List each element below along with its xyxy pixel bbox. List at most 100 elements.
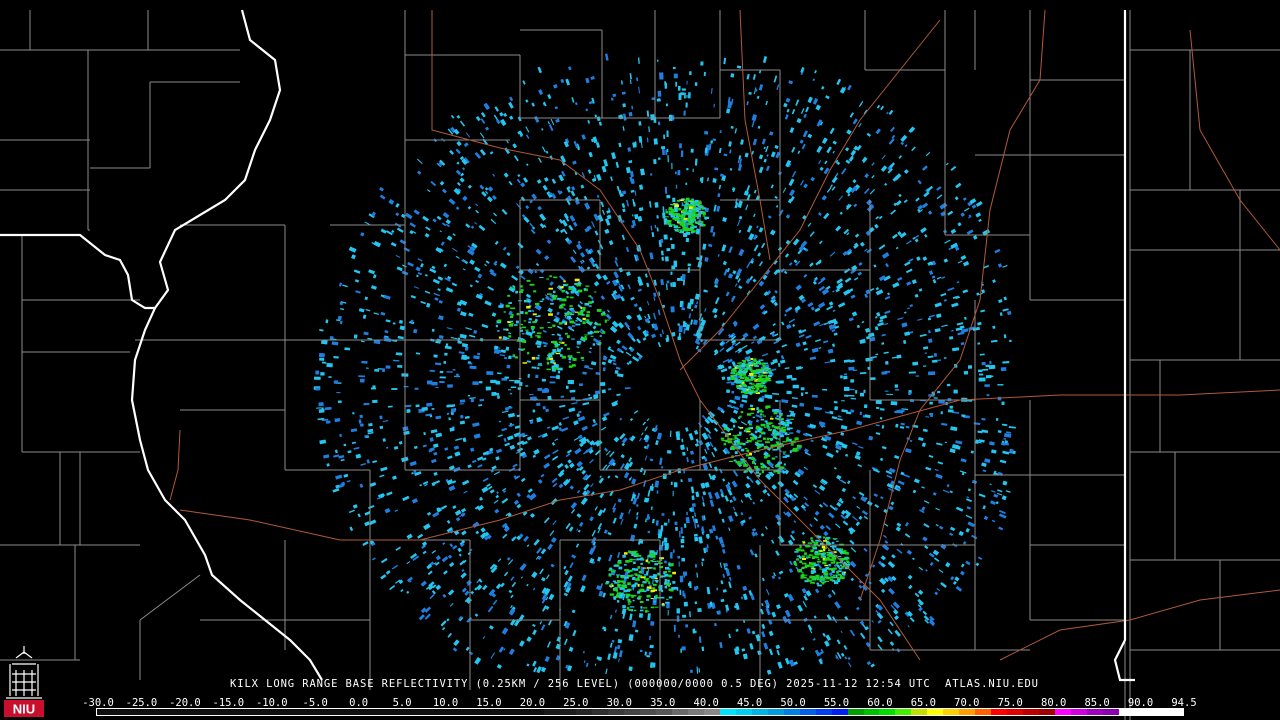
echo-cell [667,580,670,583]
echo-cell [770,416,773,418]
echo-speck [930,412,934,418]
echo-speck [447,384,453,388]
echo-cell [655,580,659,583]
echo-cell [759,472,762,476]
echo-speck [659,72,664,80]
echo-cell [642,607,648,609]
echo-cell [522,362,528,364]
echo-cell [691,219,695,221]
echo-cell [644,610,650,612]
echo-speck [928,338,933,343]
echo-speck [665,543,669,550]
echo-cell [750,408,755,411]
echo-speck [833,401,838,404]
echo-speck [704,130,709,135]
echo-cell [668,209,673,211]
echo-speck [431,408,435,410]
echo-cell [569,313,575,316]
echo-cell [668,210,674,213]
echo-speck [697,608,702,613]
echo-speck [681,274,686,281]
echo-cell [677,226,681,228]
echo-cell [794,437,799,441]
echo-cell [749,426,753,429]
echo-cell [542,298,545,301]
echo-speck [579,383,583,386]
echo-cell [527,351,530,355]
echo-cell [536,367,540,370]
echo-speck [678,93,682,100]
echo-cell [650,606,655,609]
echo-speck [678,325,683,333]
echo-cell [673,586,677,589]
echo-speck [492,393,500,396]
echo-cell [652,558,656,560]
echo-cell [640,585,644,587]
echo-cell [781,418,784,421]
echo-speck [439,381,445,384]
echo-speck [695,228,700,235]
echo-speck [890,401,898,406]
echo-speck [681,251,686,256]
echo-cell [503,311,506,313]
echo-speck [460,415,464,419]
echo-cell [765,441,770,444]
echo-speck [692,515,694,519]
echo-cell [520,323,524,326]
echo-cell [569,320,575,324]
echo-cell [552,290,556,294]
echo-speck [682,451,686,456]
echo-cell [740,390,743,394]
echo-cell [604,319,610,321]
echo-cell [555,352,561,355]
echo-speck [684,92,686,99]
echo-speck [649,644,654,649]
echo-cell [646,599,650,601]
echo-cell [520,285,523,288]
echo-speck [353,334,358,339]
echo-speck [657,533,662,539]
echo-cell [633,553,639,556]
echo-cell [561,321,566,324]
echo-speck [509,393,513,395]
echo-cell [594,330,599,333]
echo-cell [678,216,682,218]
echo-cell [530,325,535,329]
echo-speck [675,431,680,437]
echo-cell [739,427,744,429]
echo-cell [621,592,624,596]
echo-cell [648,581,651,585]
echo-cell [582,317,586,321]
echo-cell [647,561,651,564]
echo-speck [675,171,677,175]
echo-cell [543,345,547,347]
echo-cell [739,431,742,435]
echo-speck [333,355,339,359]
echo-cell [520,289,524,292]
echo-speck [680,150,684,157]
echo-cell [622,554,626,558]
echo-cell [652,583,657,586]
echo-cell [513,324,518,326]
echo-speck [678,634,680,638]
echo-speck [686,95,688,98]
echo-cell [653,600,656,603]
echo-speck [567,379,574,385]
echo-speck [427,380,433,385]
echo-cell [514,356,518,359]
echo-cell [586,311,590,314]
echo-cell [636,558,641,561]
echo-cell [507,294,511,297]
echo-cell [650,598,654,599]
echo-speck [403,385,409,388]
echo-cell [736,442,742,445]
echo-cell [782,456,787,458]
echo-speck [666,280,670,284]
echo-speck [666,130,669,137]
echo-speck [670,552,673,559]
echo-speck [541,378,546,382]
echo-cell [683,201,688,203]
echo-cell [765,405,771,408]
echo-cell [690,231,694,234]
echo-cell [653,567,656,570]
